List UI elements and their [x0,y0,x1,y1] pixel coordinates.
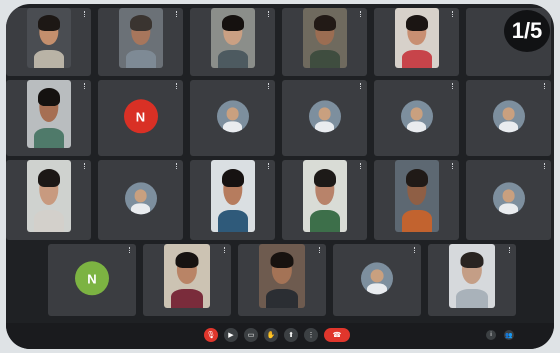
present-button[interactable]: ⬆ [284,328,298,342]
more-options-icon[interactable] [268,163,271,169]
raise-hand-icon: ✋ [266,331,276,339]
more-options-icon[interactable] [268,11,271,17]
more-options-icon[interactable] [176,11,179,17]
participant-avatar [361,262,393,295]
info-icon[interactable]: i [486,330,496,340]
more-options-icon[interactable] [84,163,87,169]
camera-off-button[interactable]: ▶ [224,328,238,342]
participant-tile[interactable] [282,80,367,156]
participant-avatar: N [75,261,109,296]
participant-avatar [492,182,525,215]
participant-tile[interactable] [6,160,91,240]
more-options-icon[interactable] [84,11,87,17]
participant-tile[interactable] [190,8,275,76]
meeting-window: N N 1/5 🎙 ▶ ▭ ✋ ⬆ ⋮ ☎ i 👥 [6,4,554,349]
participant-avatar [124,182,157,215]
more-options-icon[interactable] [414,247,417,253]
more-options-icon[interactable] [544,83,547,89]
participant-tile[interactable] [466,80,551,156]
participant-video [119,8,163,68]
mic-off-icon: 🎙 [206,331,216,339]
more-options-icon[interactable] [509,247,512,253]
captions-icon: ▭ [247,331,255,339]
more-options-icon[interactable] [176,163,179,169]
participant-video [27,8,71,68]
participant-tile[interactable] [282,160,367,240]
captions-button[interactable]: ▭ [244,328,258,342]
end-call-icon: ☎ [332,331,342,339]
people-icon[interactable]: 👥 [504,330,514,340]
present-icon: ⬆ [288,331,294,339]
more-options-icon[interactable] [176,83,179,89]
more-options-button[interactable]: ⋮ [304,328,318,342]
participant-tile[interactable] [143,244,231,316]
participant-tile[interactable] [374,8,459,76]
more-options-icon[interactable] [360,163,363,169]
participant-tile[interactable]: N [98,80,183,156]
more-options-icon[interactable] [319,247,322,253]
participant-video [27,160,71,232]
participant-avatar: N [123,99,158,134]
participant-video [259,244,305,308]
participant-avatar [400,100,433,133]
participant-tile[interactable] [282,8,367,76]
more-options-icon[interactable] [452,83,455,89]
more-options-icon[interactable] [224,247,227,253]
camera-off-icon: ▶ [228,331,234,339]
participant-video [27,80,71,148]
participant-tile[interactable] [190,80,275,156]
more-options-icon[interactable] [360,83,363,89]
participant-video [211,8,255,68]
participant-tile[interactable] [466,160,551,240]
more-options-icon[interactable] [452,11,455,17]
end-call-button[interactable]: ☎ [324,328,350,342]
page-counter[interactable]: 1/5 [504,10,550,52]
more-options-icon[interactable] [268,83,271,89]
participant-avatar [308,100,341,133]
participant-video [303,8,347,68]
mic-off-button[interactable]: 🎙 [204,328,218,342]
participant-tile[interactable] [98,8,183,76]
participant-tile[interactable] [428,244,516,316]
participant-tile[interactable] [238,244,326,316]
participant-tile[interactable] [190,160,275,240]
participant-video [303,160,347,232]
participant-tile[interactable]: N [48,244,136,316]
participant-video [164,244,210,308]
more-options-icon: ⋮ [307,331,315,339]
more-options-icon[interactable] [360,11,363,17]
participant-video [395,160,439,232]
participant-tile[interactable] [333,244,421,316]
participant-video [211,160,255,232]
more-options-icon[interactable] [84,83,87,89]
participant-avatar [216,100,249,133]
participant-tile[interactable] [6,8,91,76]
participant-tile[interactable] [6,80,91,156]
more-options-icon[interactable] [452,163,455,169]
participant-tile[interactable] [374,80,459,156]
participant-tile[interactable] [98,160,183,240]
meeting-toolbar: 🎙 ▶ ▭ ✋ ⬆ ⋮ ☎ i 👥 [6,323,554,349]
more-options-icon[interactable] [129,247,132,253]
participant-tile[interactable] [374,160,459,240]
more-options-icon[interactable] [544,163,547,169]
participant-video [449,244,495,308]
raise-hand-button[interactable]: ✋ [264,328,278,342]
participant-video [395,8,439,68]
participant-avatar [492,100,525,133]
